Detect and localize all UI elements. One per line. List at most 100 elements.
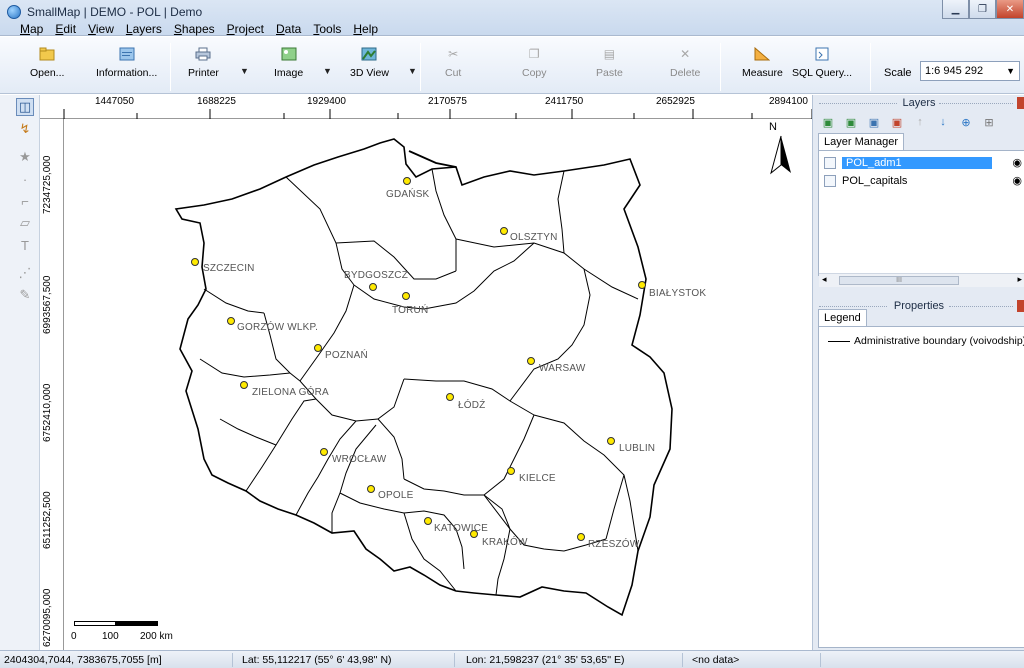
menu-help[interactable]: Help [347, 22, 384, 36]
city-label: OPOLE [378, 490, 414, 501]
city-marker[interactable] [240, 381, 248, 389]
city-marker[interactable] [470, 530, 478, 538]
menu-map[interactable]: Map [14, 22, 49, 36]
city-marker[interactable] [402, 292, 410, 300]
scissors-icon: ✂ [448, 47, 459, 61]
menu-shapes[interactable]: Shapes [168, 22, 221, 36]
move-down-icon[interactable]: ↓ [936, 115, 950, 129]
city-label: TORUŃ [392, 305, 429, 316]
menu-layers[interactable]: Layers [120, 22, 168, 36]
menu-project[interactable]: Project [221, 22, 270, 36]
tab-legend[interactable]: Legend [818, 309, 867, 327]
city-marker[interactable] [320, 448, 328, 456]
information-button[interactable]: Information... [96, 46, 157, 90]
edit-vertex-icon[interactable]: ⋰ [16, 264, 34, 282]
layer-properties-icon[interactable]: ▣ [867, 115, 881, 129]
image-icon [281, 46, 297, 62]
maximize-button[interactable]: ❐ [969, 0, 996, 19]
printer-button[interactable]: Printer [188, 46, 219, 90]
scroll-thumb[interactable]: III [839, 276, 959, 285]
layers-panel-title: Layers [902, 97, 936, 109]
menu-edit[interactable]: Edit [49, 22, 82, 36]
city-marker[interactable] [507, 467, 515, 475]
printer-dropdown-icon[interactable]: ▼ [240, 66, 249, 76]
delete-button[interactable]: ✕ Delete [670, 46, 700, 90]
ruler-left-label: 6993567,500 [42, 275, 53, 334]
layer-visibility-checkbox[interactable] [824, 156, 836, 169]
city-marker[interactable] [500, 227, 508, 235]
paste-button[interactable]: ▤ Paste [596, 46, 623, 90]
3d-view-button[interactable]: 3D View [350, 46, 389, 90]
layer-row-pol-capitals[interactable]: POL_capitals ◉ [824, 173, 1024, 188]
poland-voivodships-map [174, 138, 673, 617]
printer-icon [195, 46, 211, 62]
zoom-to-layer-icon[interactable]: ⊕ [959, 115, 973, 129]
scroll-right-icon[interactable]: ▸ [1017, 274, 1022, 285]
3d-view-dropdown-icon[interactable]: ▼ [408, 66, 417, 76]
copy-button[interactable]: ❐ Copy [522, 46, 547, 90]
add-layer-alt-icon[interactable]: ▣ [844, 115, 858, 129]
cut-button[interactable]: ✂ Cut [445, 46, 461, 90]
text-tool-icon[interactable]: T [16, 236, 34, 254]
city-marker[interactable] [577, 533, 585, 541]
city-marker[interactable] [191, 258, 199, 266]
layer-row-pol-adm1[interactable]: POL_adm1 ◉ [824, 155, 1024, 170]
select-tool-icon[interactable]: ◫ [16, 98, 34, 116]
menu-view[interactable]: View [82, 22, 120, 36]
city-label: WARSAW [539, 363, 586, 374]
city-marker[interactable] [607, 437, 615, 445]
layer-visibility-checkbox[interactable] [824, 174, 836, 187]
grid-icon[interactable]: ⊞ [982, 115, 996, 129]
polyline-icon[interactable]: ⌐ [16, 192, 34, 210]
tab-layer-manager[interactable]: Layer Manager [818, 133, 904, 151]
polygon-icon[interactable]: ▱ [16, 214, 34, 232]
ruler-left-label: 7234725,000 [42, 155, 53, 214]
vertical-ruler: 7234725,000 6993567,500 6752410,000 6511… [40, 119, 64, 650]
menu-tools[interactable]: Tools [307, 22, 347, 36]
image-button[interactable]: Image [274, 46, 303, 90]
layer-list-hscrollbar[interactable]: ◂ III ▸ [819, 273, 1024, 287]
eye-icon[interactable]: ◉ [1012, 174, 1022, 187]
close-button[interactable]: ✕ [996, 0, 1024, 19]
city-label: WROCŁAW [332, 454, 387, 465]
ruler-top-label: 2652925 [656, 96, 695, 107]
sql-query-button[interactable]: SQL Query... [792, 46, 852, 90]
eye-icon[interactable]: ◉ [1012, 156, 1022, 169]
city-marker[interactable] [527, 357, 535, 365]
scale-bar-label: 100 [102, 631, 119, 642]
city-marker[interactable] [367, 485, 375, 493]
city-marker[interactable] [369, 283, 377, 291]
scale-value: 1:6 945 292 [925, 65, 984, 77]
city-marker[interactable] [314, 344, 322, 352]
window-title: SmallMap | DEMO - POL | Demo [27, 5, 203, 19]
menu-data[interactable]: Data [270, 22, 307, 36]
city-marker[interactable] [446, 393, 454, 401]
city-marker[interactable] [638, 281, 646, 289]
map-canvas[interactable]: N GDAŃSK OLSZTYN SZCZECIN BYDGOSZCZ TORU… [64, 119, 812, 650]
city-marker[interactable] [424, 517, 432, 525]
north-arrow-label: N [769, 121, 777, 133]
scale-select[interactable]: 1:6 945 292 ▼ [920, 61, 1020, 81]
open-button[interactable]: Open... [30, 46, 64, 90]
north-arrow-icon [770, 135, 791, 175]
sql-icon [814, 46, 830, 62]
city-marker[interactable] [403, 177, 411, 185]
legend-item: Administrative boundary (voivodship) [828, 335, 1024, 347]
point-icon[interactable]: · [16, 170, 34, 188]
city-marker[interactable] [227, 317, 235, 325]
remove-layer-icon[interactable]: ▣ [890, 115, 904, 129]
chart-tool-icon[interactable]: ↯ [16, 120, 34, 138]
scale-bar-segment [116, 621, 158, 626]
status-data: <no data> [692, 654, 740, 666]
scroll-left-icon[interactable]: ◂ [822, 274, 827, 285]
measure-button[interactable]: Measure [742, 46, 783, 90]
city-label: GORZÓW WLKP. [237, 322, 319, 333]
move-up-icon[interactable]: ↑ [913, 115, 927, 129]
minimize-button[interactable]: ▁ [942, 0, 969, 19]
layers-panel-close-icon[interactable] [1017, 97, 1024, 109]
image-dropdown-icon[interactable]: ▼ [323, 66, 332, 76]
star-icon[interactable]: ★ [16, 148, 34, 166]
properties-panel-close-icon[interactable] [1017, 300, 1024, 312]
pencil-icon[interactable]: ✎ [16, 286, 34, 304]
add-layer-icon[interactable]: ▣ [821, 115, 835, 129]
